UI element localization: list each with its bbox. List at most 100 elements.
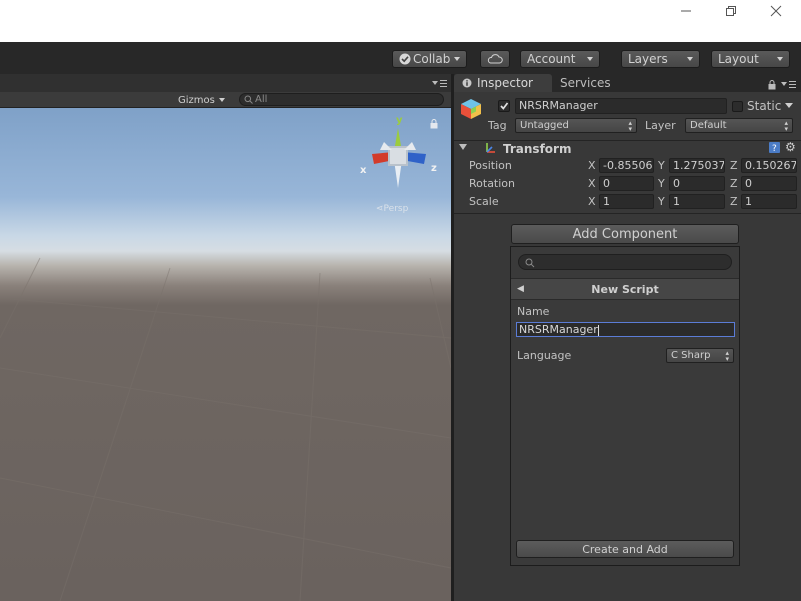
updown-icon: ▴ ▾ [628,119,632,133]
foldout-arrow-icon[interactable] [459,144,467,150]
inspector-tab-bar: Inspector Services [454,74,801,92]
transform-axes-icon [486,143,495,153]
scale-y-field[interactable]: 1 [669,194,725,209]
rotation-x-field[interactable]: 0 [599,176,654,191]
script-name-input[interactable]: NRSRManager [516,322,735,337]
orientation-gizmo[interactable] [358,116,434,200]
restore-icon [726,6,736,16]
position-y-field[interactable]: 1.275037 [669,158,725,173]
help-icon[interactable]: ? [769,142,780,153]
text-caret [597,324,599,336]
scale-x-field[interactable]: 1 [599,194,654,209]
minimize-button[interactable] [663,0,709,22]
main-toolbar: Collab Account Layers Layout [0,42,801,74]
gear-icon[interactable]: ⚙ [785,140,796,154]
component-separator [454,140,801,141]
search-icon [244,95,253,104]
active-checkbox[interactable] [498,100,510,112]
tag-dropdown[interactable]: Untagged ▴ ▾ [515,118,637,133]
back-arrow-icon[interactable]: ◀ [517,284,524,294]
component-separator [454,213,801,214]
gizmo-x-label: x [360,165,367,176]
chevron-down-icon [687,57,693,61]
axis-z-label: Z [730,159,738,172]
lock-icon[interactable] [768,80,776,90]
axis-z-label: Z [730,177,738,190]
language-label: Language [517,349,572,362]
static-dropdown-icon[interactable] [785,103,793,108]
svg-text:?: ? [772,144,777,153]
language-dropdown[interactable]: C Sharp ▴ ▾ [666,348,734,363]
collab-label: Collab [413,52,451,66]
scale-label: Scale [469,195,499,208]
transform-title: Transform [503,142,572,156]
checkmark-icon [500,102,509,110]
new-script-title: New Script [591,282,659,296]
layers-dropdown[interactable]: Layers [621,50,700,68]
rotation-z-field[interactable]: 0 [741,176,797,191]
scene-toolbar: Gizmos All [0,92,451,108]
layout-dropdown[interactable]: Layout [711,50,790,68]
inspector-panel: Inspector Services NRSRManager Static Ta… [454,74,801,601]
gizmos-label: Gizmos [178,94,215,106]
persp-label: Persp [383,204,409,214]
layout-label: Layout [718,52,759,66]
persp-icon: ⋖ [376,204,384,214]
panel-menu-icon[interactable] [432,79,448,88]
add-component-button[interactable]: Add Component [511,224,739,244]
scene-search-placeholder: All [255,94,268,105]
axis-y-label: Y [658,177,665,190]
object-name-input[interactable]: NRSRManager [515,98,727,114]
position-label: Position [469,159,512,172]
window-titlebar [0,0,801,42]
create-and-add-label: Create and Add [582,542,668,556]
minimize-icon [681,10,691,12]
tag-label: Tag [488,119,507,132]
language-value: C Sharp [671,350,711,361]
axis-y-label: Y [658,159,665,172]
layer-dropdown[interactable]: Default ▴ ▾ [685,118,793,133]
component-search-input[interactable] [518,254,732,270]
panel-menu-icon[interactable] [781,80,797,89]
account-label: Account [527,52,576,66]
layer-label: Layer [645,119,676,132]
position-z-field[interactable]: 0.150267 [741,158,797,173]
close-window-button[interactable] [753,0,799,22]
script-name-label: Name [517,305,550,318]
static-checkbox[interactable] [732,101,743,112]
scene-search-input[interactable]: All [239,93,444,106]
create-and-add-button[interactable]: Create and Add [516,540,734,558]
layers-label: Layers [628,52,668,66]
new-script-header: ◀ New Script [511,278,739,300]
tab-inspector[interactable]: Inspector [454,74,552,92]
chevron-down-icon [218,98,225,102]
check-circle-icon [399,53,411,65]
tab-services[interactable]: Services [552,74,632,92]
gizmo-y-label: y [396,115,403,126]
collab-button[interactable]: Collab [392,50,467,68]
account-dropdown[interactable]: Account [520,50,600,68]
rotation-label: Rotation [469,177,516,190]
gameobject-cube-icon [461,99,481,119]
axis-z-label: Z [730,195,738,208]
tag-value: Untagged [520,120,569,131]
scene-panel-header [0,74,451,92]
position-x-field[interactable]: -0.85506 [599,158,654,173]
gizmo-z-label: z [431,163,437,174]
updown-icon: ▴ ▾ [784,119,788,133]
search-icon [525,258,535,268]
restore-button[interactable] [708,0,754,22]
static-label: Static [747,99,782,113]
chevron-down-icon [454,57,460,61]
scale-z-field[interactable]: 1 [741,194,797,209]
add-component-popup: ◀ New Script Name NRSRManager Language C… [510,246,740,566]
cloud-button[interactable] [480,50,510,68]
tab-services-label: Services [560,76,611,90]
tab-inspector-label: Inspector [477,76,533,90]
gizmos-dropdown[interactable]: Gizmos [178,92,225,108]
rotation-y-field[interactable]: 0 [669,176,725,191]
chevron-down-icon [587,57,593,61]
chevron-down-icon [777,57,783,61]
persp-label-group[interactable]: ⋖Persp [376,204,408,214]
scene-viewport[interactable]: y x z ⋖Persp [0,108,451,601]
